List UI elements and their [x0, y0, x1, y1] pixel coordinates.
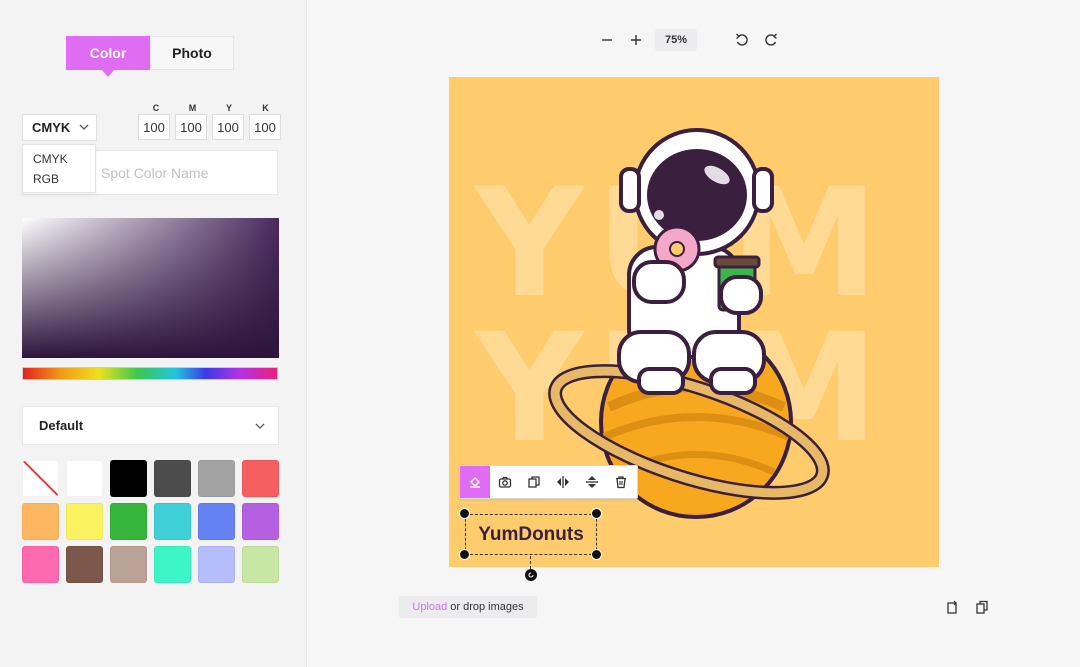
- rotate-stem: [530, 556, 531, 569]
- selected-text-box[interactable]: YumDonuts: [465, 514, 597, 555]
- color-panel: Color Photo C M Y K 100 100 100 100 Spot…: [0, 0, 307, 667]
- upload-link[interactable]: Upload: [412, 601, 447, 613]
- color-model-menu: CMYK RGB: [22, 144, 96, 193]
- tab-color[interactable]: Color: [66, 36, 150, 77]
- trash-icon: [615, 476, 626, 489]
- color-swatch[interactable]: [198, 503, 235, 540]
- resize-handle-top-left[interactable]: [459, 508, 470, 519]
- flip-horizontal-button[interactable]: [548, 466, 577, 498]
- color-model-select[interactable]: CMYK: [22, 114, 97, 141]
- cmyk-label-k: K: [262, 103, 269, 113]
- swatch-no-color[interactable]: [22, 460, 59, 497]
- color-model-option-cmyk[interactable]: CMYK: [23, 149, 95, 169]
- resize-handle-bottom-right[interactable]: [591, 549, 602, 560]
- object-toolbar: [459, 465, 638, 499]
- tab-photo[interactable]: Photo: [150, 36, 234, 70]
- rotate-page-icon: [947, 600, 957, 614]
- zoom-in-button[interactable]: [625, 29, 647, 51]
- camera-button[interactable]: [490, 466, 519, 498]
- chevron-down-icon: [255, 423, 265, 429]
- color-swatch[interactable]: [198, 546, 235, 583]
- duplicate-button[interactable]: [519, 466, 548, 498]
- magenta-input[interactable]: 100: [175, 114, 207, 140]
- color-swatch[interactable]: [242, 503, 279, 540]
- copy-page-button[interactable]: [972, 597, 992, 617]
- color-swatch[interactable]: [66, 503, 103, 540]
- cmyk-label-m: M: [188, 103, 197, 113]
- fill-icon: [470, 477, 480, 488]
- cmyk-inputs: 100 100 100 100: [138, 114, 285, 140]
- saturation-brightness-picker[interactable]: [22, 218, 279, 358]
- resize-handle-bottom-left[interactable]: [459, 549, 470, 560]
- color-model-selected: CMYK: [32, 120, 71, 135]
- color-swatch[interactable]: [66, 460, 103, 497]
- rotate-page-button[interactable]: [942, 597, 962, 617]
- chevron-down-icon: [79, 124, 89, 130]
- resize-handle-top-right[interactable]: [591, 508, 602, 519]
- zoom-out-button[interactable]: [596, 29, 618, 51]
- minus-icon: [602, 39, 612, 41]
- duplicate-icon: [527, 476, 540, 488]
- cyan-input[interactable]: 100: [138, 114, 170, 140]
- color-swatch[interactable]: [242, 460, 279, 497]
- flip-vertical-icon: [585, 476, 598, 488]
- fill-color-button[interactable]: [460, 466, 490, 498]
- black-input[interactable]: 100: [249, 114, 281, 140]
- flip-horizontal-icon: [556, 476, 569, 488]
- swatch-grid: [22, 460, 280, 583]
- rotate-icon: [528, 572, 534, 578]
- hue-slider[interactable]: [22, 367, 278, 380]
- upload-area[interactable]: Upload or drop images: [399, 596, 537, 618]
- color-swatch[interactable]: [66, 546, 103, 583]
- zoom-level[interactable]: 75%: [655, 29, 697, 51]
- color-swatch[interactable]: [242, 546, 279, 583]
- color-model-option-rgb[interactable]: RGB: [23, 169, 95, 189]
- palette-select[interactable]: Default: [22, 406, 279, 445]
- color-swatch[interactable]: [22, 503, 59, 540]
- undo-icon: [736, 33, 748, 46]
- color-swatch[interactable]: [154, 503, 191, 540]
- undo-button[interactable]: [731, 29, 753, 51]
- cmyk-labels: C M Y K: [138, 103, 284, 113]
- color-swatch[interactable]: [198, 460, 235, 497]
- color-swatch[interactable]: [110, 546, 147, 583]
- yellow-input[interactable]: 100: [212, 114, 244, 140]
- rotate-handle[interactable]: [525, 569, 537, 581]
- palette-selected: Default: [39, 418, 84, 433]
- copy-page-icon: [976, 600, 988, 614]
- upload-hint: or drop images: [450, 601, 524, 613]
- cmyk-label-c: C: [152, 103, 160, 113]
- color-swatch[interactable]: [22, 546, 59, 583]
- color-swatch[interactable]: [154, 460, 191, 497]
- color-swatch[interactable]: [110, 460, 147, 497]
- flip-vertical-button[interactable]: [577, 466, 606, 498]
- camera-icon: [498, 476, 511, 488]
- redo-button[interactable]: [760, 29, 782, 51]
- color-swatch[interactable]: [154, 546, 191, 583]
- cmyk-label-y: Y: [225, 103, 232, 113]
- redo-icon: [765, 33, 777, 46]
- mode-tabs: Color Photo: [66, 36, 235, 77]
- color-swatch[interactable]: [110, 503, 147, 540]
- plus-icon: [631, 35, 641, 45]
- delete-button[interactable]: [606, 466, 635, 498]
- selected-text[interactable]: YumDonuts: [478, 524, 584, 546]
